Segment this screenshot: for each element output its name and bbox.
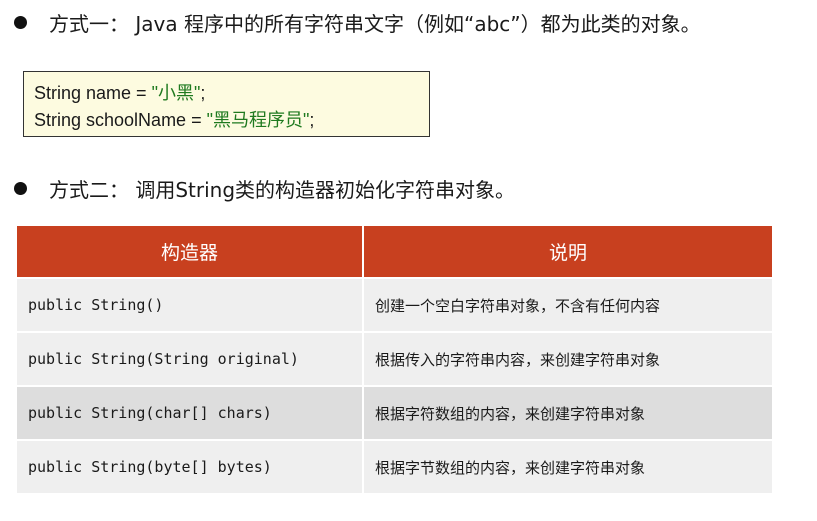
- constructor-cell: public String(String original): [17, 331, 362, 385]
- constructor-cell: public String(): [17, 277, 362, 331]
- bullet-dot-icon: [14, 16, 27, 29]
- bullet-text: 方式一： Java 程序中的所有字符串文字（例如“abc”）都为此类的对象。: [49, 12, 701, 36]
- description-cell: 创建一个空白字符串对象，不含有任何内容: [362, 277, 772, 331]
- string-literal: "小黑": [151, 83, 201, 103]
- string-literal: "黑马程序员": [206, 110, 310, 130]
- bullet-text: 方式二： 调用String类的构造器初始化字符串对象。: [49, 178, 516, 202]
- table-row: public String(String original) 根据传入的字符串内…: [17, 331, 772, 385]
- code-suffix: ;: [200, 83, 206, 103]
- table-row: public String() 创建一个空白字符串对象，不含有任何内容: [17, 277, 772, 331]
- description-cell: 根据字符数组的内容，来创建字符串对象: [362, 385, 772, 439]
- code-line: String name = "小黑";: [34, 80, 429, 107]
- constructor-table: 构造器 说明 public String() 创建一个空白字符串对象，不含有任何…: [17, 226, 772, 493]
- bullet-item-method-two: 方式二： 调用String类的构造器初始化字符串对象。: [14, 174, 515, 203]
- description-cell: 根据传入的字符串内容，来创建字符串对象: [362, 331, 772, 385]
- column-header-description: 说明: [362, 226, 772, 277]
- bullet-dot-icon: [14, 182, 27, 195]
- bullet-item-method-one: 方式一： Java 程序中的所有字符串文字（例如“abc”）都为此类的对象。: [14, 8, 701, 37]
- code-line: String schoolName = "黑马程序员";: [34, 107, 429, 134]
- constructor-cell: public String(char[] chars): [17, 385, 362, 439]
- table-row: public String(char[] chars) 根据字符数组的内容，来创…: [17, 385, 772, 439]
- column-header-constructor: 构造器: [17, 226, 362, 277]
- code-example-box: String name = "小黑"; String schoolName = …: [23, 71, 430, 137]
- constructor-cell: public String(byte[] bytes): [17, 439, 362, 493]
- code-prefix: String name =: [34, 83, 152, 103]
- table-header-row: 构造器 说明: [17, 226, 772, 277]
- table-row: public String(byte[] bytes) 根据字节数组的内容，来创…: [17, 439, 772, 493]
- code-prefix: String schoolName =: [34, 110, 207, 130]
- description-cell: 根据字节数组的内容，来创建字符串对象: [362, 439, 772, 493]
- code-suffix: ;: [309, 110, 315, 130]
